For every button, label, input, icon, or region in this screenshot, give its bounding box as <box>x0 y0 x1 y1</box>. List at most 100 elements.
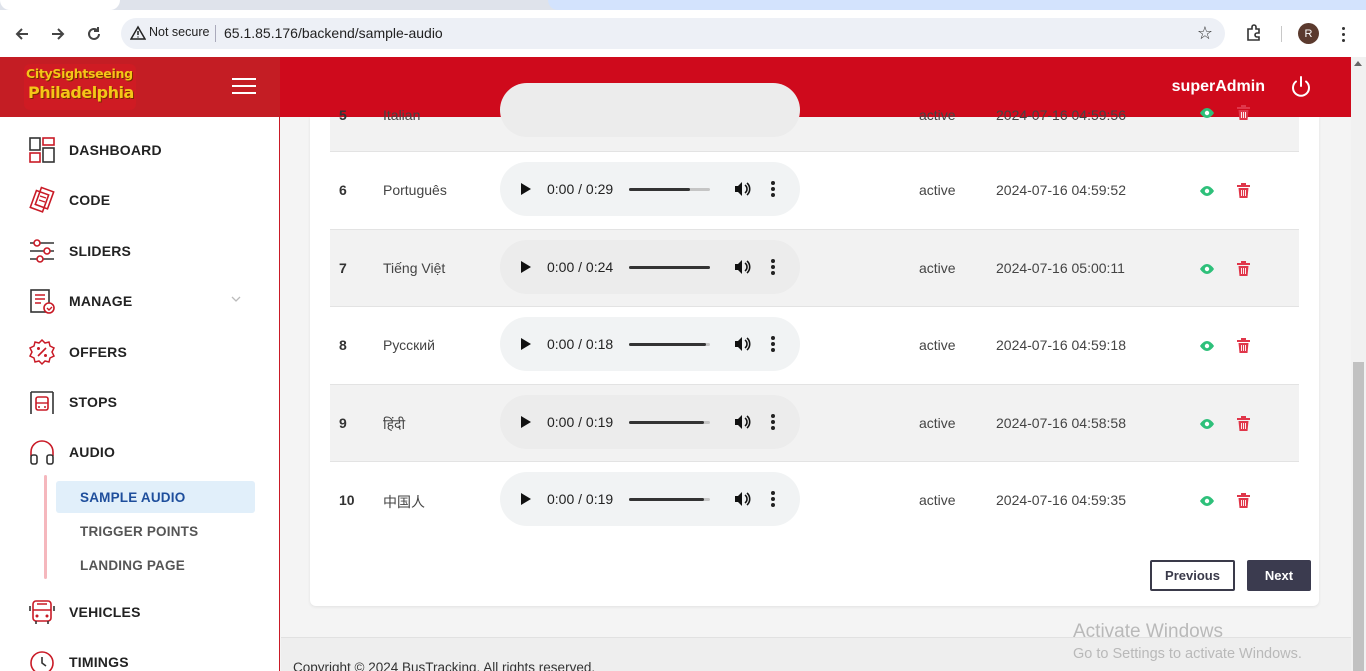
sidebar-subitem-sample-audio[interactable]: SAMPLE AUDIO <box>56 481 255 513</box>
previous-button[interactable]: Previous <box>1150 560 1235 591</box>
windows-watermark-title: Activate Windows <box>1073 621 1223 642</box>
table-row: 10 中国人 0:00 / 0:19 active 2024-07-16 04:59:3… <box>330 462 1299 540</box>
audio-player[interactable] <box>500 83 800 137</box>
play-icon[interactable] <box>520 492 532 506</box>
forward-icon[interactable] <box>46 22 70 46</box>
row-status: active <box>919 182 956 198</box>
sidebar-item-timings[interactable]: TIMINGS <box>26 646 256 671</box>
sidebar-item-label: VEHICLES <box>69 604 141 620</box>
table-row: 6 Português 0:00 / 0:29 active 2024-07-16 04… <box>330 152 1299 230</box>
audio-player[interactable]: 0:00 / 0:19 <box>500 395 800 449</box>
sidebar-item-code[interactable]: CODE <box>26 184 256 216</box>
warning-icon[interactable] <box>130 25 146 41</box>
page-scrollbar[interactable] <box>1351 57 1366 671</box>
sidebar-item-label: TIMINGS <box>69 654 129 670</box>
audio-volume-fill <box>629 421 704 424</box>
power-icon[interactable] <box>1289 75 1313 99</box>
delete-trash-icon[interactable] <box>1237 416 1250 431</box>
audio-time: 0:00 / 0:19 <box>547 414 614 430</box>
next-button[interactable]: Next <box>1247 560 1311 591</box>
audio-volume-slider[interactable] <box>629 266 710 269</box>
url-text[interactable]: 65.1.85.176/backend/sample-audio <box>224 25 443 41</box>
copyright-text: Copyright © 2024 BusTracking. All rights… <box>293 660 596 671</box>
row-number: 8 <box>339 337 347 353</box>
divider <box>215 25 216 42</box>
volume-icon[interactable] <box>733 335 751 353</box>
sidebar-item-manage[interactable]: MANAGE <box>26 285 256 317</box>
row-language: Italian <box>383 107 421 123</box>
sidebar-subitem-landing-page[interactable]: LANDING PAGE <box>56 549 255 581</box>
sidebar-subitem-trigger-points[interactable]: TRIGGER POINTS <box>56 515 255 547</box>
more-options-icon[interactable] <box>771 181 775 197</box>
volume-icon[interactable] <box>733 413 751 431</box>
sidebar-item-label: STOPS <box>69 394 118 410</box>
bookmark-star-icon[interactable]: ☆ <box>1197 23 1213 44</box>
browser-menu-icon[interactable] <box>1335 22 1351 46</box>
username[interactable]: superAdmin <box>1172 78 1265 96</box>
audio-time: 0:00 / 0:19 <box>547 491 614 507</box>
delete-trash-icon[interactable] <box>1237 105 1250 120</box>
security-label[interactable]: Not secure <box>149 25 209 39</box>
more-options-icon[interactable] <box>771 414 775 430</box>
row-date: 2024-07-16 04:58:58 <box>996 415 1126 431</box>
sidebar-item-label: DASHBOARD <box>69 142 162 158</box>
logo[interactable]: CitySightseeing Philadelphia <box>24 64 136 110</box>
view-eye-icon[interactable] <box>1199 183 1215 199</box>
more-options-icon[interactable] <box>771 259 775 275</box>
reload-icon[interactable] <box>82 22 106 46</box>
view-eye-icon[interactable] <box>1199 105 1215 121</box>
scroll-up-arrow-icon[interactable] <box>1354 61 1362 66</box>
browser-tab[interactable] <box>0 0 120 10</box>
audio-volume-slider[interactable] <box>629 421 710 424</box>
audio-player[interactable]: 0:00 / 0:18 <box>500 317 800 371</box>
sidebar-item-offers[interactable]: OFFERS <box>26 336 256 368</box>
volume-icon[interactable] <box>733 258 751 276</box>
delete-trash-icon[interactable] <box>1237 493 1250 508</box>
extensions-icon[interactable] <box>1244 23 1264 43</box>
sample-audio-table-card: 5 Italian active 2024-07-16 04:59:56 6 Po… <box>310 83 1319 606</box>
sidebar-item-audio[interactable]: AUDIO <box>26 436 256 468</box>
row-status: active <box>919 492 956 508</box>
view-eye-icon[interactable] <box>1199 493 1215 509</box>
sidebar-item-vehicles[interactable]: VEHICLES <box>26 596 256 628</box>
volume-icon[interactable] <box>733 490 751 508</box>
view-eye-icon[interactable] <box>1199 416 1215 432</box>
audio-player[interactable]: 0:00 / 0:19 <box>500 472 800 526</box>
delete-trash-icon[interactable] <box>1237 183 1250 198</box>
view-eye-icon[interactable] <box>1199 261 1215 277</box>
audio-volume-slider[interactable] <box>629 498 710 501</box>
audio-volume-fill <box>629 343 706 346</box>
audio-time: 0:00 / 0:24 <box>547 259 614 275</box>
view-eye-icon[interactable] <box>1199 338 1215 354</box>
sidebar-item-sliders[interactable]: SLIDERS <box>26 235 256 267</box>
row-date: 2024-07-16 04:59:52 <box>996 182 1126 198</box>
back-icon[interactable] <box>10 22 34 46</box>
sidebar-item-dashboard[interactable]: DASHBOARD <box>26 134 256 166</box>
profile-avatar[interactable]: R <box>1298 23 1319 44</box>
row-status: active <box>919 415 956 431</box>
browser-tab-active[interactable] <box>548 0 1366 10</box>
more-options-icon[interactable] <box>771 336 775 352</box>
audio-volume-slider[interactable] <box>629 343 710 346</box>
sidebar-item-stops[interactable]: STOPS <box>26 386 256 418</box>
windows-watermark-subtitle: Go to Settings to activate Windows. <box>1073 646 1302 662</box>
address-bar[interactable]: Not secure 65.1.85.176/backend/sample-au… <box>121 18 1225 49</box>
audio-player[interactable]: 0:00 / 0:29 <box>500 162 800 216</box>
scrollbar-thumb[interactable] <box>1353 362 1364 671</box>
audio-player[interactable]: 0:00 / 0:24 <box>500 240 800 294</box>
audio-volume-fill <box>629 498 705 501</box>
audio-volume-slider[interactable] <box>629 188 710 191</box>
chevron-down-icon[interactable] <box>230 293 242 305</box>
more-options-icon[interactable] <box>771 491 775 507</box>
delete-trash-icon[interactable] <box>1237 338 1250 353</box>
play-icon[interactable] <box>520 337 532 351</box>
delete-trash-icon[interactable] <box>1237 261 1250 276</box>
play-icon[interactable] <box>520 260 532 274</box>
volume-icon[interactable] <box>733 180 751 198</box>
manage-icon <box>26 285 58 317</box>
play-icon[interactable] <box>520 415 532 429</box>
menu-toggle-icon[interactable] <box>232 78 256 94</box>
play-icon[interactable] <box>520 182 532 196</box>
row-status: active <box>919 337 956 353</box>
row-date: 2024-07-16 04:59:18 <box>996 337 1126 353</box>
